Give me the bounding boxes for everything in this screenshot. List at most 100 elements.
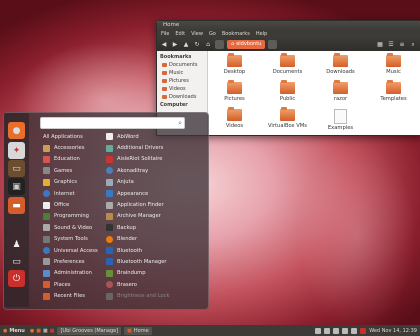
file-item-examples[interactable]: Examples xyxy=(314,109,367,135)
firefox-launcher-icon[interactable]: ● xyxy=(30,328,34,334)
network-icon[interactable] xyxy=(315,327,322,334)
app-bluetooth[interactable]: Bluetooth xyxy=(106,245,170,256)
category-accessories[interactable]: Accessories xyxy=(43,142,98,153)
sidebar-item-pictures[interactable]: Pictures xyxy=(157,77,207,85)
app-brightness-and-lock[interactable]: Brightness and Lock xyxy=(106,290,170,301)
forward-icon[interactable]: ▶ xyxy=(171,41,179,49)
category-games[interactable]: Games xyxy=(43,165,98,176)
display-icon[interactable]: ▭ xyxy=(8,253,25,270)
file-item-templates[interactable]: Templates xyxy=(367,80,420,109)
file-item-music[interactable]: Music xyxy=(367,53,420,82)
file-item-virtualbox-vms[interactable]: VirtualBox VMs xyxy=(261,107,314,135)
category-all-applications[interactable]: All Applications xyxy=(43,131,98,142)
app-bluetooth-manager[interactable]: Bluetooth Manager xyxy=(106,256,170,267)
firefox-icon[interactable]: ● xyxy=(8,122,25,139)
console-icon[interactable]: ▣ xyxy=(8,178,25,195)
app-appearance[interactable]: Appearance xyxy=(106,188,170,199)
menu-go[interactable]: Go xyxy=(209,30,216,38)
category-internet[interactable]: Internet xyxy=(43,188,98,199)
updates-icon[interactable] xyxy=(360,327,367,334)
category-education[interactable]: Education xyxy=(43,154,98,165)
file-item-razor[interactable]: razor xyxy=(314,80,367,109)
menu-edit[interactable]: Edit xyxy=(175,30,185,38)
power-icon[interactable]: ⏻ xyxy=(8,270,25,287)
compact-view-icon[interactable]: ≡ xyxy=(398,41,406,49)
user-icon[interactable]: ♟ xyxy=(8,236,25,253)
sidebar-heading-bookmarks: Bookmarks xyxy=(160,54,192,60)
appearance-icon xyxy=(106,190,113,198)
file-label: VirtualBox VMs xyxy=(268,123,307,129)
app-braindump[interactable]: Braindump xyxy=(106,268,170,279)
office-icon xyxy=(43,201,50,209)
sound-video-icon xyxy=(43,224,50,232)
sidebar-item-music[interactable]: Music xyxy=(157,69,207,77)
file-item-videos[interactable]: Videos xyxy=(208,107,261,135)
app-brasero[interactable]: Brasero xyxy=(106,279,170,290)
bluetooth-icon xyxy=(106,247,113,255)
app-anjuta[interactable]: Anjuta xyxy=(106,177,170,188)
category-label: Games xyxy=(54,167,73,174)
menu-file[interactable]: File xyxy=(161,30,169,38)
file-item-downloads[interactable]: Downloads xyxy=(314,53,367,82)
clock[interactable]: Wed Nov 14, 12:39 xyxy=(369,328,417,334)
file-item-desktop[interactable]: Desktop xyxy=(208,53,261,82)
icon-view-icon[interactable]: ▦ xyxy=(376,41,384,49)
category-graphics[interactable]: Graphics xyxy=(43,177,98,188)
breadcrumb-right-button[interactable] xyxy=(268,40,278,49)
reload-icon[interactable]: ↻ xyxy=(193,41,201,49)
application-finder-icon xyxy=(106,201,113,209)
file-item-public[interactable]: Public xyxy=(261,80,314,109)
up-icon[interactable]: ▲ xyxy=(182,41,190,49)
terminal-icon[interactable]: ▭ xyxy=(8,160,25,177)
battery-icon[interactable] xyxy=(333,327,340,334)
menu-button[interactable]: ● Menu xyxy=(0,328,28,334)
category-system-tools[interactable]: System Tools xyxy=(43,234,98,245)
breadcrumb-left-button[interactable] xyxy=(215,40,224,49)
category-recent-files[interactable]: Recent Files xyxy=(43,290,98,301)
category-preferences[interactable]: Preferences xyxy=(43,256,98,267)
app-label: AisleRiot Solitaire xyxy=(117,156,163,163)
category-universal-access[interactable]: Universal Access xyxy=(43,245,98,256)
list-view-icon[interactable]: ☰ xyxy=(387,41,395,49)
menu-bookmarks[interactable]: Bookmarks xyxy=(222,30,250,38)
file-item-documents[interactable]: Documents xyxy=(261,53,314,82)
sidebar-item-videos[interactable]: Videos xyxy=(157,85,207,93)
taskbar-item-grooves[interactable]: [Ubi Grooves (Manage] xyxy=(57,326,122,335)
terminal-launcher-icon[interactable]: ■ xyxy=(43,328,48,334)
category-sound-video[interactable]: Sound & Video xyxy=(43,222,98,233)
app-application-finder[interactable]: Application Finder xyxy=(106,199,170,210)
app-abiword[interactable]: AbiWord xyxy=(106,131,170,142)
sidebar-item-label: Pictures xyxy=(169,78,189,84)
files-launcher-icon[interactable]: ■ xyxy=(36,328,41,334)
settings-launcher-icon[interactable]: ■ xyxy=(50,328,55,334)
settings-icon[interactable]: ✦ xyxy=(8,142,25,159)
app-backup[interactable]: Backup xyxy=(106,222,170,233)
volume-icon[interactable] xyxy=(324,327,331,334)
sidebar-item-documents[interactable]: Documents xyxy=(157,61,207,69)
app-label: Blender xyxy=(117,236,138,243)
menu-help[interactable]: Help xyxy=(256,30,267,38)
bluetooth-tray-icon[interactable] xyxy=(342,327,349,334)
file-item-pictures[interactable]: Pictures xyxy=(208,80,261,109)
app-akonaditray[interactable]: Akonaditray xyxy=(106,165,170,176)
category-administration[interactable]: Administration xyxy=(43,268,98,279)
app-aisleriot-solitaire[interactable]: AisleRiot Solitaire xyxy=(106,154,170,165)
sidebar-item-downloads[interactable]: Downloads xyxy=(157,93,207,101)
back-icon[interactable]: ◀ xyxy=(160,41,168,49)
category-programming[interactable]: Programming xyxy=(43,211,98,222)
folder-icon[interactable]: ▬ xyxy=(8,197,25,214)
breadcrumb-current[interactable]: ⌂ eldvbontu xyxy=(227,40,266,49)
search-input[interactable]: ⌕ xyxy=(40,117,185,129)
keyboard-icon[interactable] xyxy=(351,327,358,334)
app-additional-drivers[interactable]: Additional Drivers xyxy=(106,142,170,153)
folder-icon xyxy=(333,53,348,67)
category-places[interactable]: Places xyxy=(43,279,98,290)
taskbar-item-home[interactable]: ■ Home xyxy=(124,326,152,335)
recent-files-icon xyxy=(43,292,50,300)
home-icon[interactable]: ⌂ xyxy=(204,41,212,49)
search-icon[interactable]: ⌕ xyxy=(409,41,417,49)
menu-view[interactable]: View xyxy=(191,30,203,38)
category-office[interactable]: Office xyxy=(43,199,98,210)
app-blender[interactable]: Blender xyxy=(106,234,170,245)
app-archive-manager[interactable]: Archive Manager xyxy=(106,211,170,222)
